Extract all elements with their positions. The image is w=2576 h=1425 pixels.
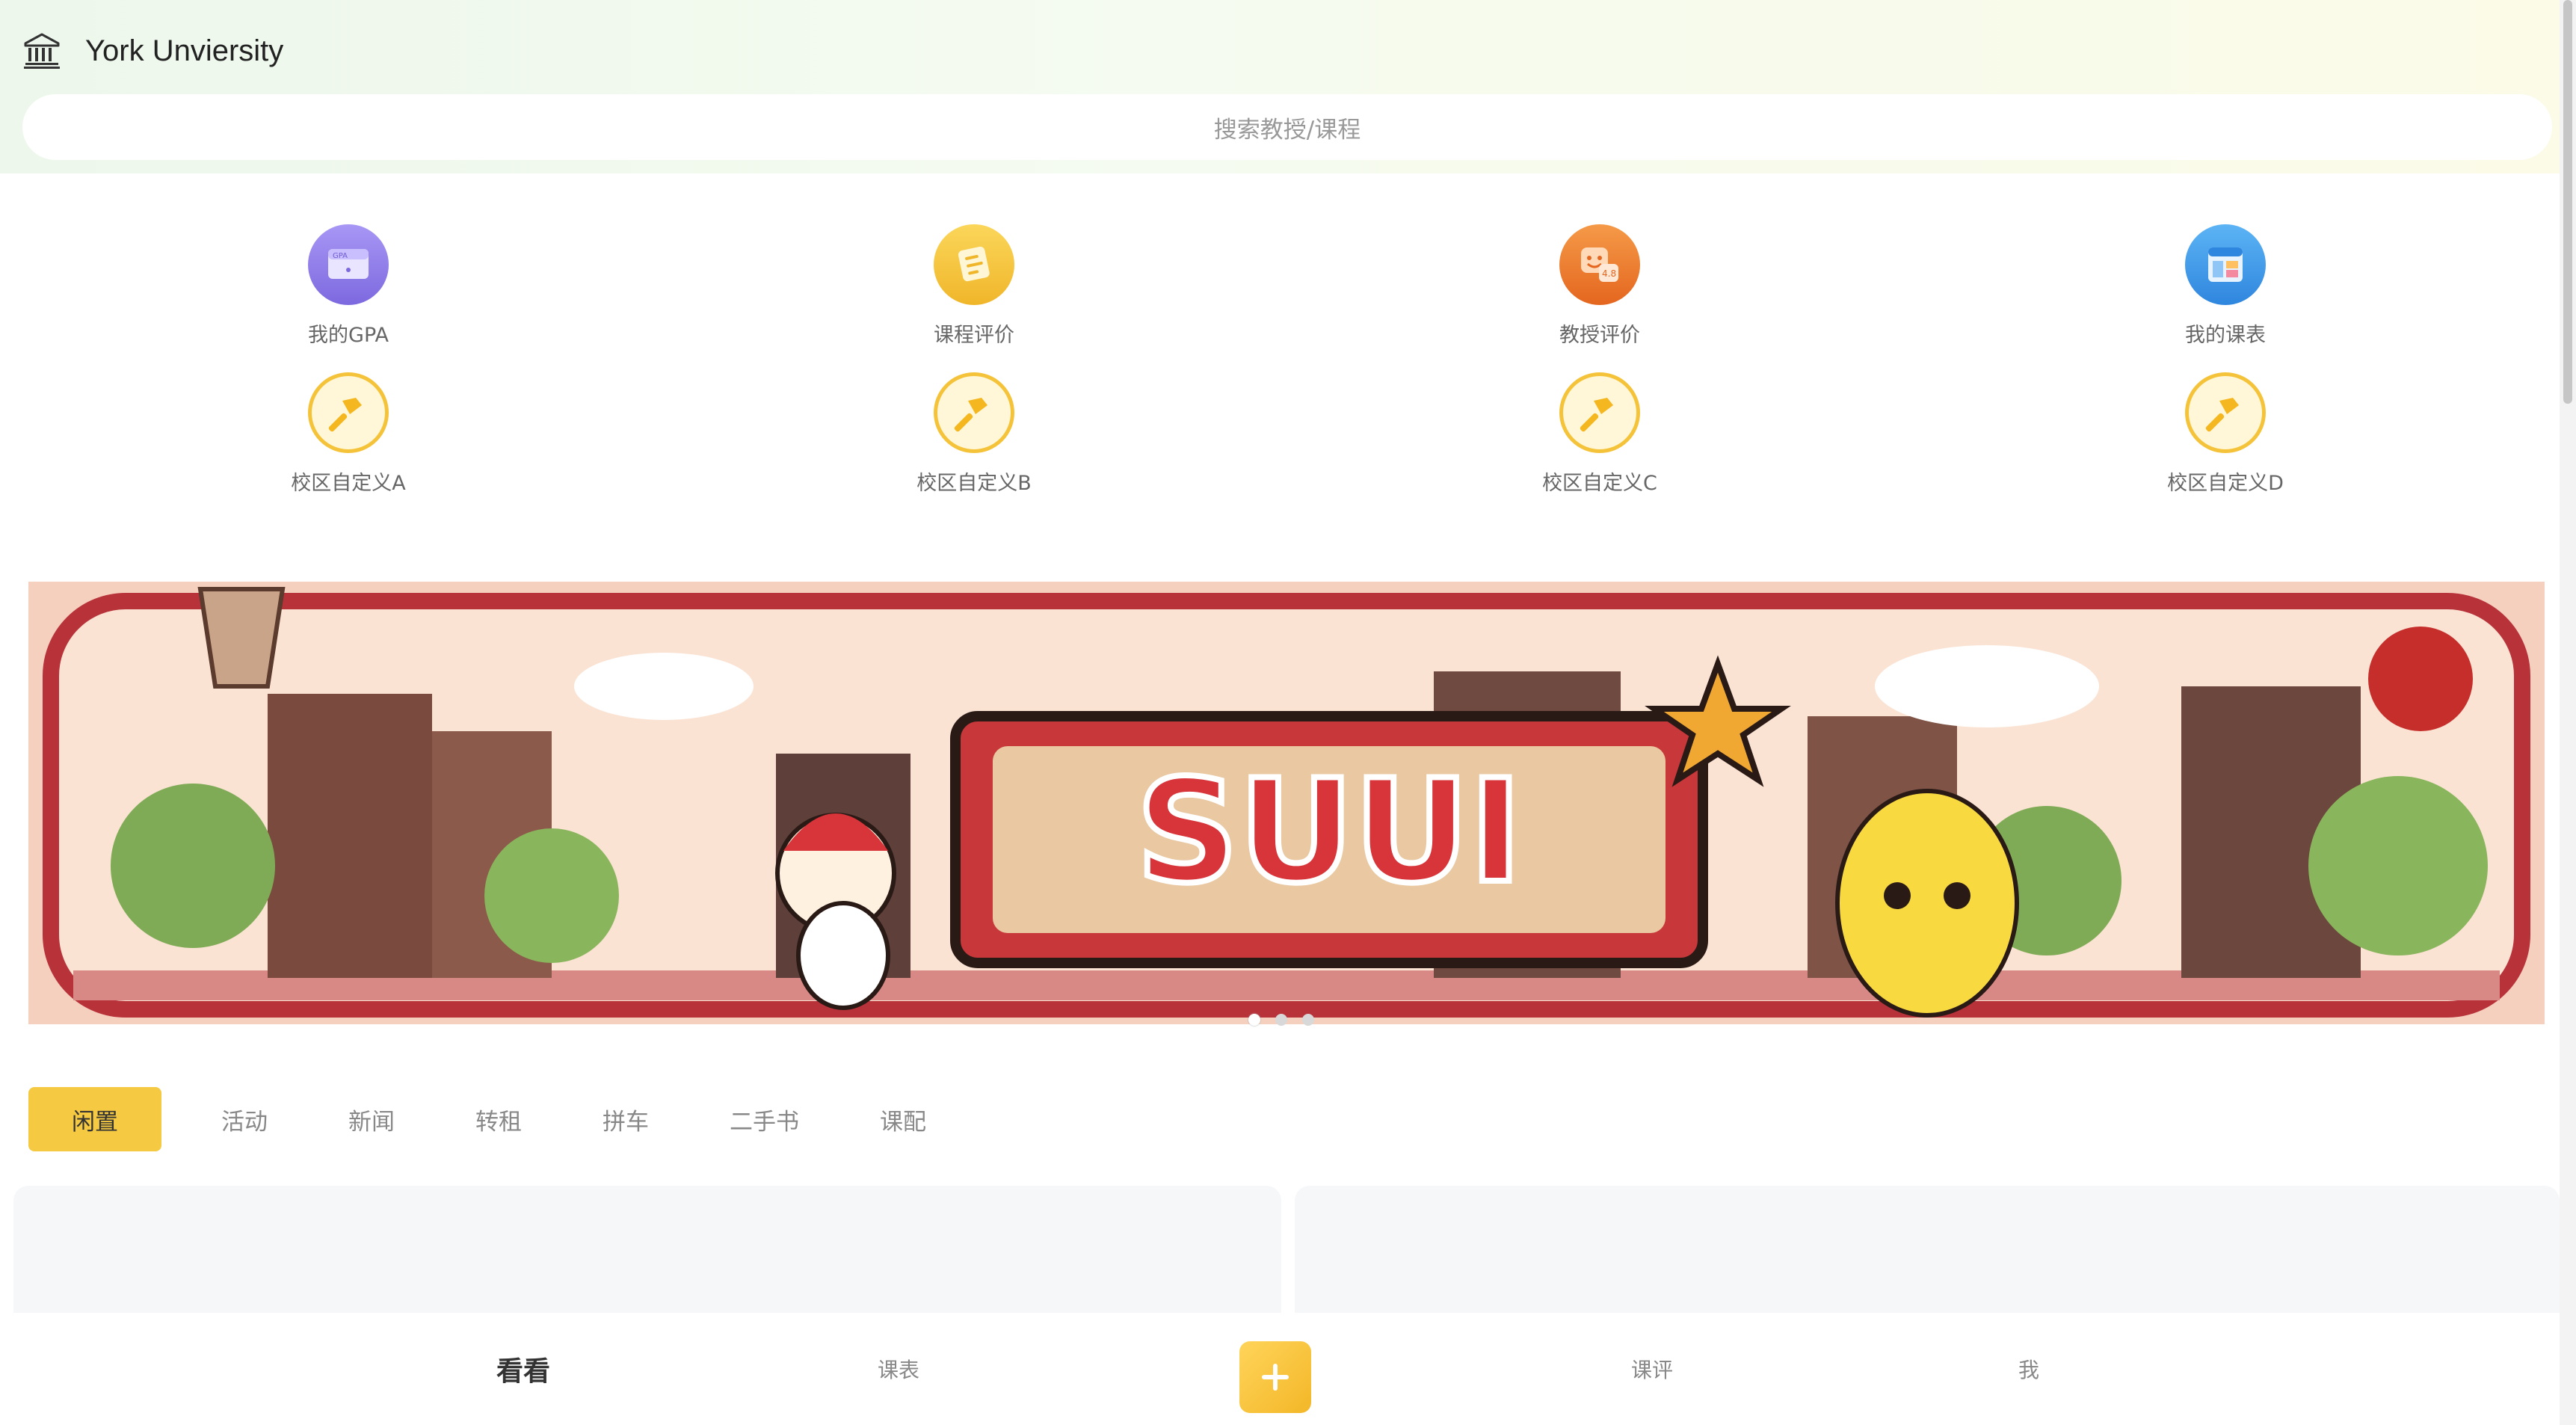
professor-review-icon: 4.8	[1559, 224, 1640, 305]
gpa-icon: GPA	[308, 224, 389, 305]
feature-label: 校区自定义A	[291, 472, 406, 495]
feature-label: 课程评价	[934, 324, 1014, 347]
tab-idle[interactable]: 闲置	[28, 1087, 161, 1151]
scrollbar[interactable]	[2560, 0, 2576, 1425]
tab-news[interactable]: 新闻	[318, 1087, 425, 1151]
feature-label: 我的课表	[2185, 324, 2266, 347]
hammer-icon	[934, 372, 1014, 453]
feature-campus-custom-b[interactable]: 校区自定义B	[862, 372, 1086, 496]
schedule-icon	[2185, 224, 2266, 305]
feature-label: 校区自定义C	[1542, 472, 1657, 495]
feature-professor-review[interactable]: 4.8 教授评价	[1488, 224, 1712, 348]
carousel-indicators	[1248, 1014, 1314, 1026]
nav-reviews[interactable]: 课评	[1577, 1313, 1727, 1425]
hammer-icon	[308, 372, 389, 453]
post-card[interactable]	[13, 1186, 1281, 1313]
feature-my-gpa[interactable]: GPA 我的GPA	[236, 224, 460, 348]
feature-campus-custom-d[interactable]: 校区自定义D	[2113, 372, 2338, 496]
add-post-button[interactable]	[1239, 1341, 1311, 1413]
carousel-dot[interactable]	[1248, 1014, 1260, 1026]
svg-text:4.8: 4.8	[1602, 268, 1616, 279]
feature-course-review[interactable]: 课程评价	[862, 224, 1086, 348]
banner-illustration: SUUI	[28, 582, 2545, 1024]
search-placeholder: 搜索教授/课程	[1213, 116, 1361, 144]
banner-carousel[interactable]: SUUI	[28, 582, 2545, 1024]
feature-label: 我的GPA	[308, 324, 389, 347]
nav-schedule[interactable]: 课表	[824, 1313, 973, 1425]
feature-label: 教授评价	[1559, 324, 1640, 347]
nav-explore[interactable]: 看看	[449, 1313, 598, 1425]
hammer-icon	[2185, 372, 2266, 453]
feature-campus-custom-c[interactable]: 校区自定义C	[1488, 372, 1712, 496]
top-bar: York Unviersity 搜索教授/课程	[0, 0, 2560, 173]
category-tabs: 闲置 活动 新闻 转租 拼车 二手书 课配	[28, 1087, 977, 1151]
search-bar[interactable]: 搜索教授/课程	[22, 94, 2552, 160]
tab-sublet[interactable]: 转租	[446, 1087, 552, 1151]
hammer-icon	[1559, 372, 1640, 453]
bottom-navigation: 看看 课表 课评 我	[0, 1313, 2560, 1425]
tab-events[interactable]: 活动	[191, 1087, 298, 1151]
post-card[interactable]	[1295, 1186, 2560, 1313]
feature-label: 校区自定义D	[2167, 472, 2284, 495]
nav-me[interactable]: 我	[1954, 1313, 2104, 1425]
course-review-icon	[934, 224, 1014, 305]
tab-used-books[interactable]: 二手书	[700, 1087, 829, 1151]
feature-my-schedule[interactable]: 我的课表	[2113, 224, 2338, 348]
plus-icon	[1262, 1364, 1289, 1391]
feature-label: 校区自定义B	[916, 472, 1032, 495]
university-name[interactable]: York Unviersity	[85, 34, 283, 68]
banner-text: SUUI	[1136, 749, 1522, 914]
title-row: York Unviersity	[22, 28, 283, 73]
svg-text:GPA: GPA	[333, 252, 348, 260]
carousel-dot[interactable]	[1275, 1014, 1287, 1026]
feature-campus-custom-a[interactable]: 校区自定义A	[236, 372, 460, 496]
tab-carpool[interactable]: 拼车	[573, 1087, 679, 1151]
tab-course-pairing[interactable]: 课配	[850, 1087, 956, 1151]
scrollbar-thumb[interactable]	[2563, 0, 2572, 404]
bank-icon	[24, 33, 60, 69]
carousel-dot[interactable]	[1302, 1014, 1314, 1026]
